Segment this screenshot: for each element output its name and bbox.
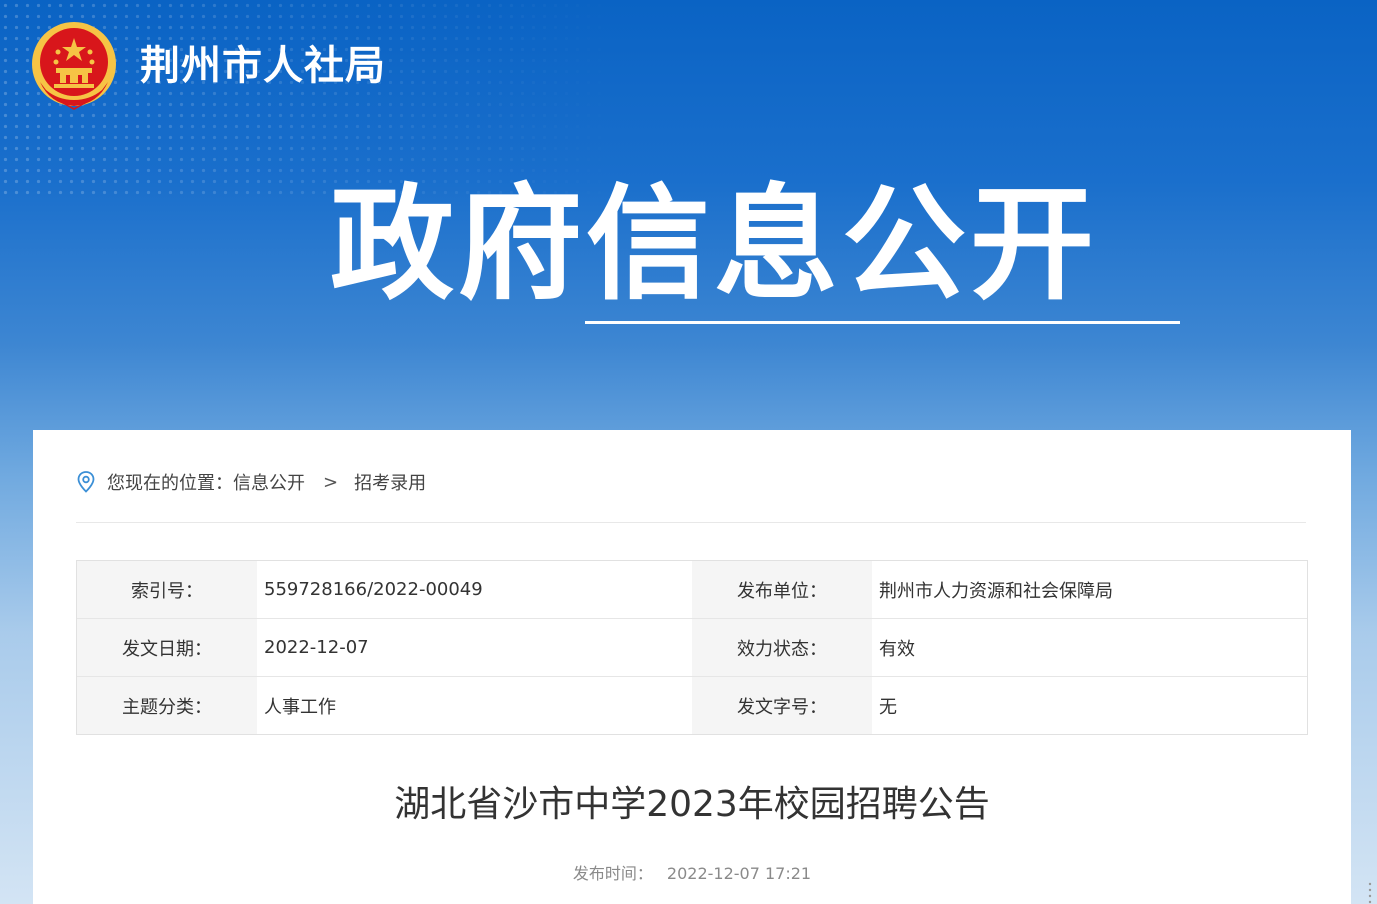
metadata-table: 索引号： 559728166/2022-00049 发布单位： 荆州市人力资源和… [76,560,1308,735]
topic-category-label: 主题分类： [77,677,257,734]
breadcrumb-divider [76,522,1306,523]
issue-date-value: 2022-12-07 [264,637,369,658]
validity-status-label: 效力状态： [692,619,872,676]
hero-underline [585,321,1180,324]
table-row: 索引号： 559728166/2022-00049 发布单位： 荆州市人力资源和… [77,561,1307,618]
validity-status-value: 有效 [879,638,915,660]
publish-time: 发布时间： 2022-12-07 17:21 [33,860,1351,884]
document-number-value: 无 [879,696,897,718]
hero-title: 政府信息公开 [330,173,1099,317]
publisher-value: 荆州市人力资源和社会保障局 [879,580,1113,602]
table-row: 发文日期： 2022-12-07 效力状态： 有效 [77,618,1307,676]
table-row: 主题分类： 人事工作 发文字号： 无 [77,676,1307,734]
document-number-label: 发文字号： [692,677,872,734]
breadcrumb-item-recruitment[interactable]: 招考录用 [354,469,426,495]
topic-category-value: 人事工作 [264,696,336,718]
breadcrumb: 您现在的位置： 信息公开 > 招考录用 [77,468,426,496]
location-pin-icon [77,471,95,493]
article-title: 湖北省沙市中学2023年校园招聘公告 [394,784,990,825]
publisher-label: 发布单位： [692,561,872,618]
resize-grip-icon[interactable] [1367,880,1373,904]
index-number-label: 索引号： [77,561,257,618]
publish-time-value: 2022-12-07 17:21 [666,864,812,883]
breadcrumb-prefix: 您现在的位置： [107,473,233,494]
issue-date-label: 发文日期： [77,619,257,676]
breadcrumb-item-info-disclosure[interactable]: 信息公开 [233,469,305,495]
breadcrumb-separator: > [323,471,339,493]
national-emblem-icon [32,22,116,110]
publish-time-label: 发布时间： [572,864,653,883]
site-name[interactable]: 荆州市人社局 [140,38,386,94]
index-number-value: 559728166/2022-00049 [264,579,483,600]
content-panel: 您现在的位置： 信息公开 > 招考录用 索引号： 559728166/2022-… [33,430,1351,904]
